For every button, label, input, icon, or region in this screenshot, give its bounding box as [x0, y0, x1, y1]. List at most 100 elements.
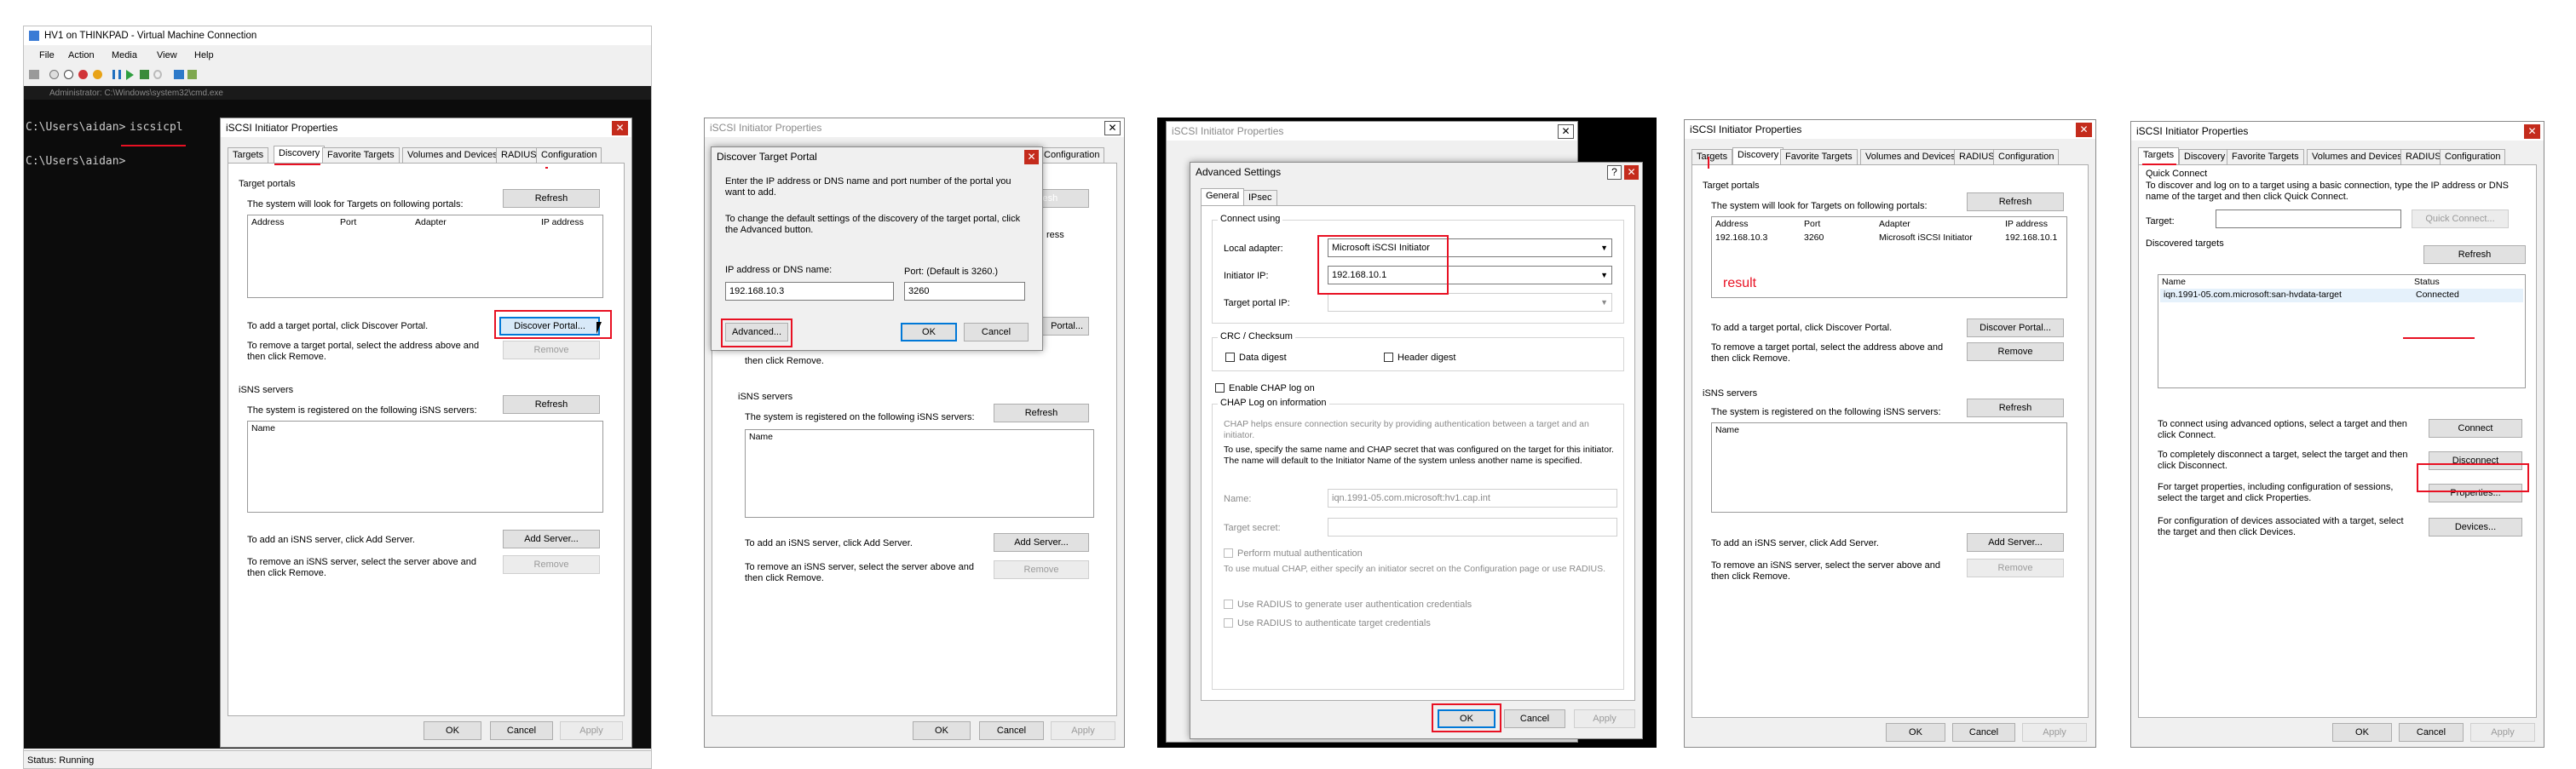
apply-button[interactable]: Apply: [560, 721, 623, 740]
table-row[interactable]: iqn.1991-05.com.microsoft:san-hvdata-tar…: [2160, 289, 2523, 302]
shutdown-icon[interactable]: [78, 70, 88, 79]
devices-button[interactable]: Devices...: [2429, 518, 2522, 537]
isns-list-4[interactable]: Name: [1711, 422, 2067, 513]
apply-button-5[interactable]: Apply: [2470, 723, 2535, 742]
tab-volumes-devices[interactable]: Volumes and Devices: [402, 147, 503, 163]
advanced-apply-button[interactable]: Apply: [1574, 709, 1635, 728]
dialog-1-close-button[interactable]: ✕: [612, 121, 628, 135]
tab-configuration-partial[interactable]: Configuration: [1039, 147, 1105, 163]
advanced-close-button[interactable]: ✕: [1624, 165, 1639, 180]
advanced-cancel-button[interactable]: Cancel: [1504, 709, 1565, 728]
discover-cancel-button[interactable]: Cancel: [964, 323, 1029, 341]
name-input[interactable]: iqn.1991-05.com.microsoft:hv1.cap.int: [1328, 489, 1617, 508]
tab-radius[interactable]: RADIUS: [496, 147, 542, 163]
menu-media[interactable]: Media: [112, 50, 137, 61]
tab-configuration-5[interactable]: Configuration: [2440, 149, 2506, 164]
menu-action[interactable]: Action: [68, 50, 95, 61]
tab-discovery-5[interactable]: Discovery: [2179, 149, 2231, 164]
refresh-portals-button[interactable]: Refresh: [503, 189, 600, 208]
revert-icon[interactable]: [153, 70, 162, 79]
tab-volumes-devices-4[interactable]: Volumes and Devices: [1860, 149, 1961, 164]
header-digest-checkbox[interactable]: [1384, 353, 1393, 362]
cancel-button-4[interactable]: Cancel: [1952, 723, 2015, 742]
checkpoint-icon[interactable]: [140, 70, 149, 79]
tab-favorite-targets[interactable]: Favorite Targets: [322, 147, 400, 163]
menu-file[interactable]: File: [39, 50, 55, 61]
ctrl-alt-del-icon[interactable]: [29, 70, 39, 79]
add-server-button-2[interactable]: Add Server...: [994, 533, 1089, 552]
target-portal-ip-select[interactable]: ▼: [1328, 293, 1612, 312]
portal-row-adapter[interactable]: Microsoft iSCSI Initiator: [1879, 232, 1973, 243]
ok-button-2[interactable]: OK: [913, 721, 971, 740]
portals-list[interactable]: Address Port Adapter IP address: [247, 215, 603, 298]
add-server-button-4[interactable]: Add Server...: [1967, 533, 2064, 552]
dialog-3-close-button[interactable]: ✕: [1558, 124, 1574, 139]
discover-portal-button-4[interactable]: Discover Portal...: [1967, 319, 2064, 337]
remove-isns-button-4[interactable]: Remove: [1967, 559, 2064, 577]
apply-button-2[interactable]: Apply: [1051, 721, 1115, 740]
share-icon[interactable]: [187, 70, 197, 79]
portal-row-port[interactable]: 3260: [1804, 232, 1824, 243]
tab-discovery-4[interactable]: Discovery: [1732, 147, 1784, 164]
pause-icon[interactable]: [112, 70, 121, 79]
cancel-button[interactable]: Cancel: [490, 721, 553, 740]
remove-portal-button-4[interactable]: Remove: [1967, 342, 2064, 361]
tab-configuration-4[interactable]: Configuration: [1993, 149, 2060, 164]
remove-isns-button[interactable]: Remove: [503, 555, 600, 574]
mutual-auth-checkbox[interactable]: [1224, 548, 1233, 558]
turn-off-icon[interactable]: [64, 70, 73, 79]
cancel-button-5[interactable]: Cancel: [2399, 723, 2464, 742]
target-input[interactable]: [2216, 209, 2401, 228]
menu-view[interactable]: View: [157, 50, 177, 61]
resume-icon[interactable]: [126, 70, 134, 80]
ip-input[interactable]: 192.168.10.3: [725, 282, 894, 301]
refresh-isns-button[interactable]: Refresh: [503, 395, 600, 414]
menu-help[interactable]: Help: [194, 50, 214, 61]
tab-configuration[interactable]: Configuration: [536, 147, 602, 163]
discover-close-button[interactable]: ✕: [1024, 150, 1039, 164]
tab-ipsec[interactable]: IPsec: [1243, 190, 1277, 205]
portal-row-ip[interactable]: 192.168.10.1: [2005, 232, 2057, 243]
ok-button-4[interactable]: OK: [1886, 723, 1945, 742]
connect-button[interactable]: Connect: [2429, 419, 2522, 438]
portals-list-4[interactable]: Address Port Adapter IP address 192.168.…: [1711, 216, 2067, 298]
tab-general[interactable]: General: [1201, 188, 1245, 205]
tab-targets[interactable]: Targets: [228, 147, 269, 163]
cancel-button-2[interactable]: Cancel: [979, 721, 1044, 740]
radius-auth-checkbox[interactable]: [1224, 618, 1233, 628]
tab-targets-5[interactable]: Targets: [2138, 147, 2180, 164]
refresh-isns-button-4[interactable]: Refresh: [1967, 399, 2064, 417]
tab-favorite-targets-5[interactable]: Favorite Targets: [2227, 149, 2304, 164]
port-input[interactable]: 3260: [904, 282, 1025, 301]
advanced-help-button[interactable]: ?: [1607, 165, 1622, 180]
enhanced-session-icon[interactable]: [174, 70, 184, 79]
refresh-isns-button-2[interactable]: Refresh: [994, 404, 1089, 422]
enable-chap-checkbox[interactable]: [1215, 383, 1225, 393]
start-icon[interactable]: [49, 70, 59, 79]
refresh-portals-button-4[interactable]: Refresh: [1967, 192, 2064, 211]
remove-portal-button[interactable]: Remove: [503, 341, 600, 359]
target-secret-input[interactable]: [1328, 518, 1617, 537]
refresh-targets-button[interactable]: Refresh: [2423, 245, 2526, 264]
tab-favorite-targets-4[interactable]: Favorite Targets: [1780, 149, 1858, 164]
tab-targets-4[interactable]: Targets: [1691, 149, 1733, 164]
isns-list[interactable]: Name: [247, 421, 603, 513]
quick-connect-button[interactable]: Quick Connect...: [2412, 209, 2509, 228]
tab-discovery[interactable]: Discovery: [274, 146, 326, 163]
ok-button-5[interactable]: OK: [2332, 723, 2392, 742]
apply-button-4[interactable]: Apply: [2022, 723, 2087, 742]
dialog-2-close-button[interactable]: ✕: [1104, 121, 1121, 135]
discover-ok-button[interactable]: OK: [901, 323, 957, 341]
add-server-button[interactable]: Add Server...: [503, 530, 600, 548]
portal-row-address[interactable]: 192.168.10.3: [1715, 232, 1767, 243]
dialog-5-close-button[interactable]: ✕: [2524, 124, 2540, 139]
tab-volumes-devices-5[interactable]: Volumes and Devices: [2307, 149, 2407, 164]
data-digest-checkbox[interactable]: [1225, 353, 1235, 362]
save-icon[interactable]: [93, 70, 102, 79]
radius-gen-checkbox[interactable]: [1224, 600, 1233, 609]
dialog-4-close-button[interactable]: ✕: [2076, 123, 2092, 137]
isns-list-2[interactable]: Name: [745, 429, 1094, 518]
remove-isns-button-2[interactable]: Remove: [994, 560, 1089, 579]
ok-button[interactable]: OK: [424, 721, 481, 740]
discovered-targets-list[interactable]: Name Status iqn.1991-05.com.microsoft:sa…: [2158, 274, 2526, 388]
